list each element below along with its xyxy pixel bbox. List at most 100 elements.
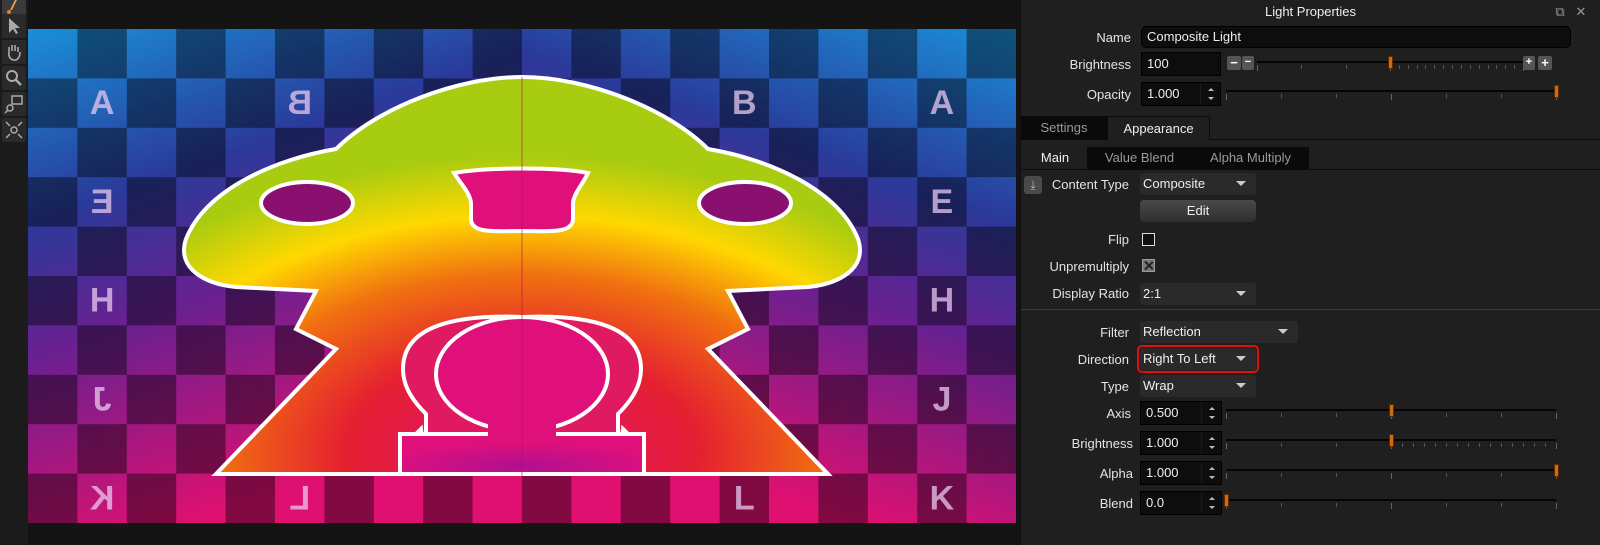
direction-dropdown[interactable]: Right To Left (1137, 345, 1259, 373)
slider-tick (1391, 473, 1392, 479)
slider-handle[interactable] (1224, 494, 1229, 507)
slider-tick (1336, 503, 1337, 507)
axis-slider[interactable] (1226, 402, 1557, 420)
zoom-tool-button[interactable] (2, 66, 26, 90)
undock-button[interactable]: ⧉ (1552, 4, 1568, 20)
alpha-spinner[interactable] (1201, 462, 1221, 484)
axis-input[interactable]: 0.500 (1140, 401, 1222, 425)
brightness-decrement-large[interactable]: − (1227, 56, 1241, 70)
slider-handle[interactable] (1389, 404, 1394, 417)
slider-tick (1496, 65, 1498, 69)
checker-cell (176, 325, 226, 375)
slider-handle[interactable] (1388, 56, 1393, 69)
checker-cell (373, 29, 424, 79)
slider-tick (1487, 65, 1489, 69)
subtab-main[interactable]: Main (1023, 147, 1087, 169)
type-label: Type (1100, 379, 1129, 394)
slider-tick (1391, 94, 1392, 100)
brightness-increment-small[interactable]: + (1523, 56, 1535, 70)
brightness-input[interactable]: 100 (1141, 52, 1221, 76)
close-icon: ✕ (1575, 4, 1587, 19)
select-tool-button[interactable] (2, 14, 26, 38)
blend-slider[interactable] (1224, 492, 1557, 510)
edit-button[interactable]: Edit (1140, 200, 1256, 222)
display-ratio-value: 2:1 (1143, 286, 1162, 301)
name-input[interactable]: Composite Light (1141, 26, 1571, 48)
slider-tick (1226, 413, 1227, 419)
brightness-slider[interactable] (1257, 54, 1524, 72)
checker-cell (867, 127, 918, 178)
viewport[interactable]: A B B A E E H H J J K L L K (28, 0, 1018, 545)
opacity-input[interactable]: 1.000 (1141, 82, 1221, 106)
alpha-slider[interactable] (1226, 462, 1559, 480)
zoom-fit-tool-button[interactable] (2, 118, 26, 142)
checker-cell (867, 424, 918, 474)
filter-value: Reflection (1143, 324, 1201, 339)
slider-handle[interactable] (1389, 434, 1394, 447)
brightness-value: 100 (1147, 56, 1169, 71)
alpha-input[interactable]: 1.000 (1140, 461, 1222, 485)
preview-image: A B B A E E H H J J K L L K (28, 29, 1016, 523)
slider-track[interactable] (1226, 499, 1556, 501)
tab-appearance[interactable]: Appearance (1107, 116, 1210, 140)
grid-letter: E (91, 183, 114, 221)
filter-brightness-input[interactable]: 1.000 (1140, 431, 1222, 455)
grid-letter: A (90, 84, 115, 122)
flip-checkbox[interactable] (1142, 233, 1155, 246)
undock-icon: ⧉ (1555, 4, 1565, 19)
filter-brightness-slider[interactable] (1226, 432, 1557, 450)
slider-tick (1556, 413, 1557, 419)
brightness-decrement-small[interactable]: − (1242, 56, 1254, 70)
filter-brightness-spinner[interactable] (1201, 432, 1221, 454)
slider-track[interactable] (1226, 469, 1556, 471)
slider-handle[interactable] (1554, 85, 1559, 98)
subtab-value-blend[interactable]: Value Blend (1087, 147, 1192, 169)
filter-dropdown[interactable]: Reflection (1140, 321, 1298, 343)
tab-settings[interactable]: Settings (1021, 116, 1107, 140)
blend-spinner[interactable] (1201, 492, 1221, 514)
slider-track[interactable] (1226, 90, 1556, 92)
viewport-canvas[interactable]: A B B A E E H H J J K L L K (28, 29, 1016, 523)
slider-tick (1452, 65, 1454, 69)
chevron-down-icon (1236, 181, 1246, 186)
import-button[interactable]: ⤓ (1024, 176, 1042, 194)
zoom-region-tool-button[interactable] (2, 92, 26, 116)
checker-cell (126, 374, 177, 425)
filter-label: Filter (1100, 325, 1129, 340)
type-dropdown[interactable]: Wrap (1140, 375, 1256, 397)
pan-tool-button[interactable] (2, 40, 26, 64)
filter-brightness-value: 1.000 (1146, 435, 1179, 450)
opacity-slider[interactable] (1226, 83, 1559, 101)
opacity-spinner[interactable] (1200, 83, 1220, 105)
checker-cell (818, 374, 868, 425)
display-ratio-dropdown[interactable]: 2:1 (1140, 283, 1256, 305)
checker-cell (472, 29, 522, 79)
unpremultiply-checkbox[interactable] (1142, 259, 1155, 272)
checker-cell (77, 424, 127, 474)
slider-tick (1556, 503, 1557, 509)
checker-cell (522, 473, 572, 523)
grid-letter: H (90, 282, 115, 320)
brightness-increment-large[interactable]: + (1538, 56, 1552, 70)
checker-cell (966, 226, 1016, 276)
slider-tick (1257, 65, 1258, 71)
axis-spinner[interactable] (1201, 402, 1221, 424)
close-button[interactable]: ✕ (1573, 4, 1589, 20)
content-type-dropdown[interactable]: Composite (1140, 173, 1256, 195)
main-tabs: Settings Appearance (1021, 116, 1600, 140)
checker-cell (28, 473, 78, 523)
checker-cell (571, 29, 621, 79)
slider-handle[interactable] (1554, 464, 1559, 477)
checker-cell (28, 276, 78, 326)
tab-divider (1021, 169, 1600, 170)
grid-letter: J (932, 381, 951, 419)
content-type-label: Content Type (1051, 177, 1129, 192)
slider-tick (1457, 443, 1458, 447)
blend-input[interactable]: 0.0 (1140, 491, 1222, 515)
blend-value: 0.0 (1146, 495, 1165, 510)
subtab-alpha-multiply[interactable]: Alpha Multiply (1192, 147, 1309, 169)
slider-tick (1413, 443, 1414, 447)
opacity-label: Opacity (1086, 87, 1131, 102)
grid-letter: A (930, 84, 955, 122)
checker-cell (176, 424, 226, 474)
